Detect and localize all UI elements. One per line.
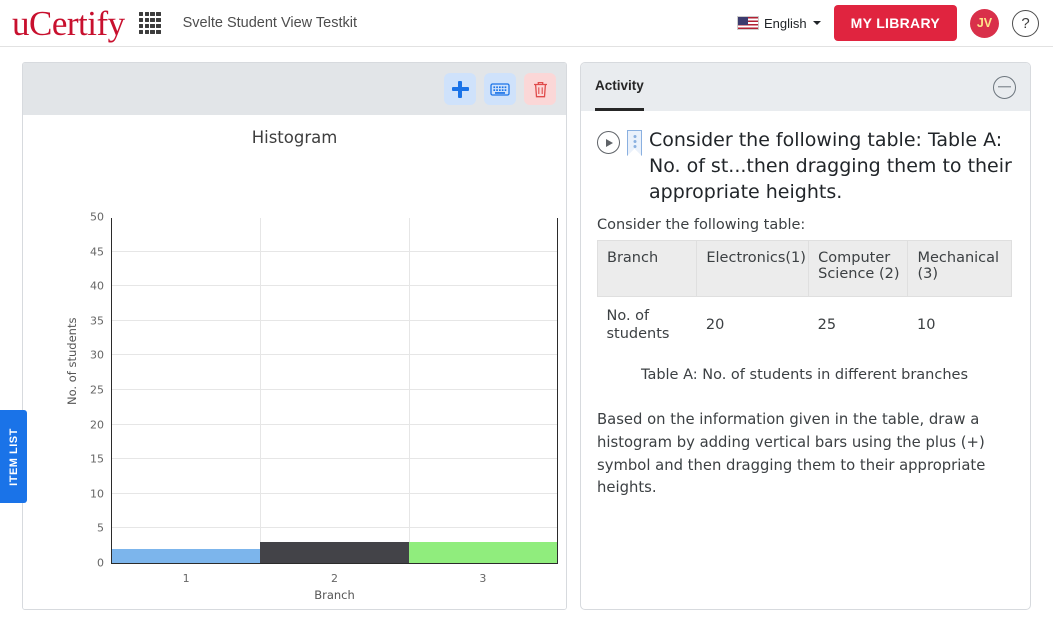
table-cell: 25 xyxy=(809,297,908,354)
gridline xyxy=(112,285,557,286)
trash-icon xyxy=(532,80,549,99)
gridline xyxy=(112,251,557,252)
gridline xyxy=(112,458,557,459)
chevron-down-icon xyxy=(813,21,821,25)
y-axis-tick-label: 50 xyxy=(90,211,104,224)
item-list-tab-label: ITEM LIST xyxy=(8,428,20,486)
question-header: Consider the following table: Table A: N… xyxy=(597,127,1012,205)
tab-activity[interactable]: Activity xyxy=(595,63,644,111)
help-icon[interactable]: ? xyxy=(1012,10,1039,37)
y-axis-title: No. of students xyxy=(65,318,79,405)
y-axis-tick-label: 20 xyxy=(90,418,104,431)
plot-area[interactable]: 05101520253035404550123 xyxy=(111,218,558,564)
table-row: No. of students 20 25 10 xyxy=(598,297,1012,354)
question-intro: Consider the following table: xyxy=(597,217,1012,233)
histogram-bar[interactable] xyxy=(260,542,408,563)
chart-panel: Histogram No. of students 05101520253035… xyxy=(22,62,567,610)
question-title: Consider the following table: Table A: N… xyxy=(649,127,1012,205)
x-axis-tick-label: 3 xyxy=(479,572,486,585)
x-axis-tick-label: 2 xyxy=(331,572,338,585)
plus-icon xyxy=(452,81,469,98)
gridline xyxy=(260,218,261,563)
table-header-cell: Computer Science (2) xyxy=(809,241,908,297)
gridline xyxy=(112,424,557,425)
table-header-cell: Electronics(1) xyxy=(697,241,809,297)
table-header-cell: Mechanical (3) xyxy=(908,241,1012,297)
y-axis-tick-label: 30 xyxy=(90,349,104,362)
app-header: uCertify Svelte Student View Testkit Eng… xyxy=(0,0,1053,47)
gridline xyxy=(112,320,557,321)
question-body: Based on the information given in the ta… xyxy=(597,409,1012,500)
table-cell: 20 xyxy=(697,297,809,354)
add-bar-button[interactable] xyxy=(444,73,476,105)
activity-header: Activity xyxy=(581,63,1030,111)
activity-content: Consider the following table: Table A: N… xyxy=(581,111,1030,609)
x-axis-title: Branch xyxy=(111,588,558,602)
gridline xyxy=(409,218,410,563)
data-table: Branch Electronics(1) Computer Science (… xyxy=(597,240,1012,353)
header-actions: English MY LIBRARY JV ? xyxy=(737,5,1039,41)
table-header-cell: Branch xyxy=(598,241,697,297)
y-axis-tick-label: 15 xyxy=(90,453,104,466)
y-axis-tick-label: 5 xyxy=(97,522,104,535)
table-header-row: Branch Electronics(1) Computer Science (… xyxy=(598,241,1012,297)
minus-circle-icon[interactable] xyxy=(993,76,1016,99)
plot-wrapper: 05101520253035404550123 Branch xyxy=(111,218,558,602)
us-flag-icon xyxy=(737,16,759,30)
y-axis-tick-label: 25 xyxy=(90,384,104,397)
my-library-button[interactable]: MY LIBRARY xyxy=(834,5,957,41)
bookmark-icon[interactable] xyxy=(627,130,642,156)
y-axis-tick-label: 0 xyxy=(97,557,104,570)
y-axis-tick-label: 40 xyxy=(90,280,104,293)
gridline xyxy=(112,493,557,494)
y-axis-tick-label: 45 xyxy=(90,245,104,258)
avatar[interactable]: JV xyxy=(970,9,999,38)
ucertify-logo: uCertify xyxy=(12,6,125,41)
table-caption: Table A: No. of students in different br… xyxy=(597,367,1012,383)
apps-grid-icon[interactable] xyxy=(139,12,161,34)
y-axis-tick-label: 10 xyxy=(90,487,104,500)
gridline xyxy=(112,527,557,528)
play-circle-icon[interactable] xyxy=(597,131,620,154)
histogram-bar[interactable] xyxy=(409,542,557,563)
activity-panel: Activity Consider the following table: T… xyxy=(580,62,1031,610)
keyboard-icon xyxy=(490,82,510,97)
gridline xyxy=(112,389,557,390)
x-axis-tick-label: 1 xyxy=(183,572,190,585)
language-selector[interactable]: English xyxy=(737,16,821,31)
chart-title: Histogram xyxy=(23,115,566,147)
language-label: English xyxy=(764,16,807,31)
y-axis-tick-label: 35 xyxy=(90,314,104,327)
keyboard-button[interactable] xyxy=(484,73,516,105)
histogram-bar[interactable] xyxy=(112,549,260,563)
gridline xyxy=(112,354,557,355)
table-row-label: No. of students xyxy=(598,297,697,354)
chart-toolbar xyxy=(23,63,566,115)
table-cell: 10 xyxy=(908,297,1012,354)
item-list-tab[interactable]: ITEM LIST xyxy=(0,410,27,503)
chart-body: Histogram No. of students 05101520253035… xyxy=(23,115,566,610)
app-title: Svelte Student View Testkit xyxy=(183,15,357,31)
delete-button[interactable] xyxy=(524,73,556,105)
